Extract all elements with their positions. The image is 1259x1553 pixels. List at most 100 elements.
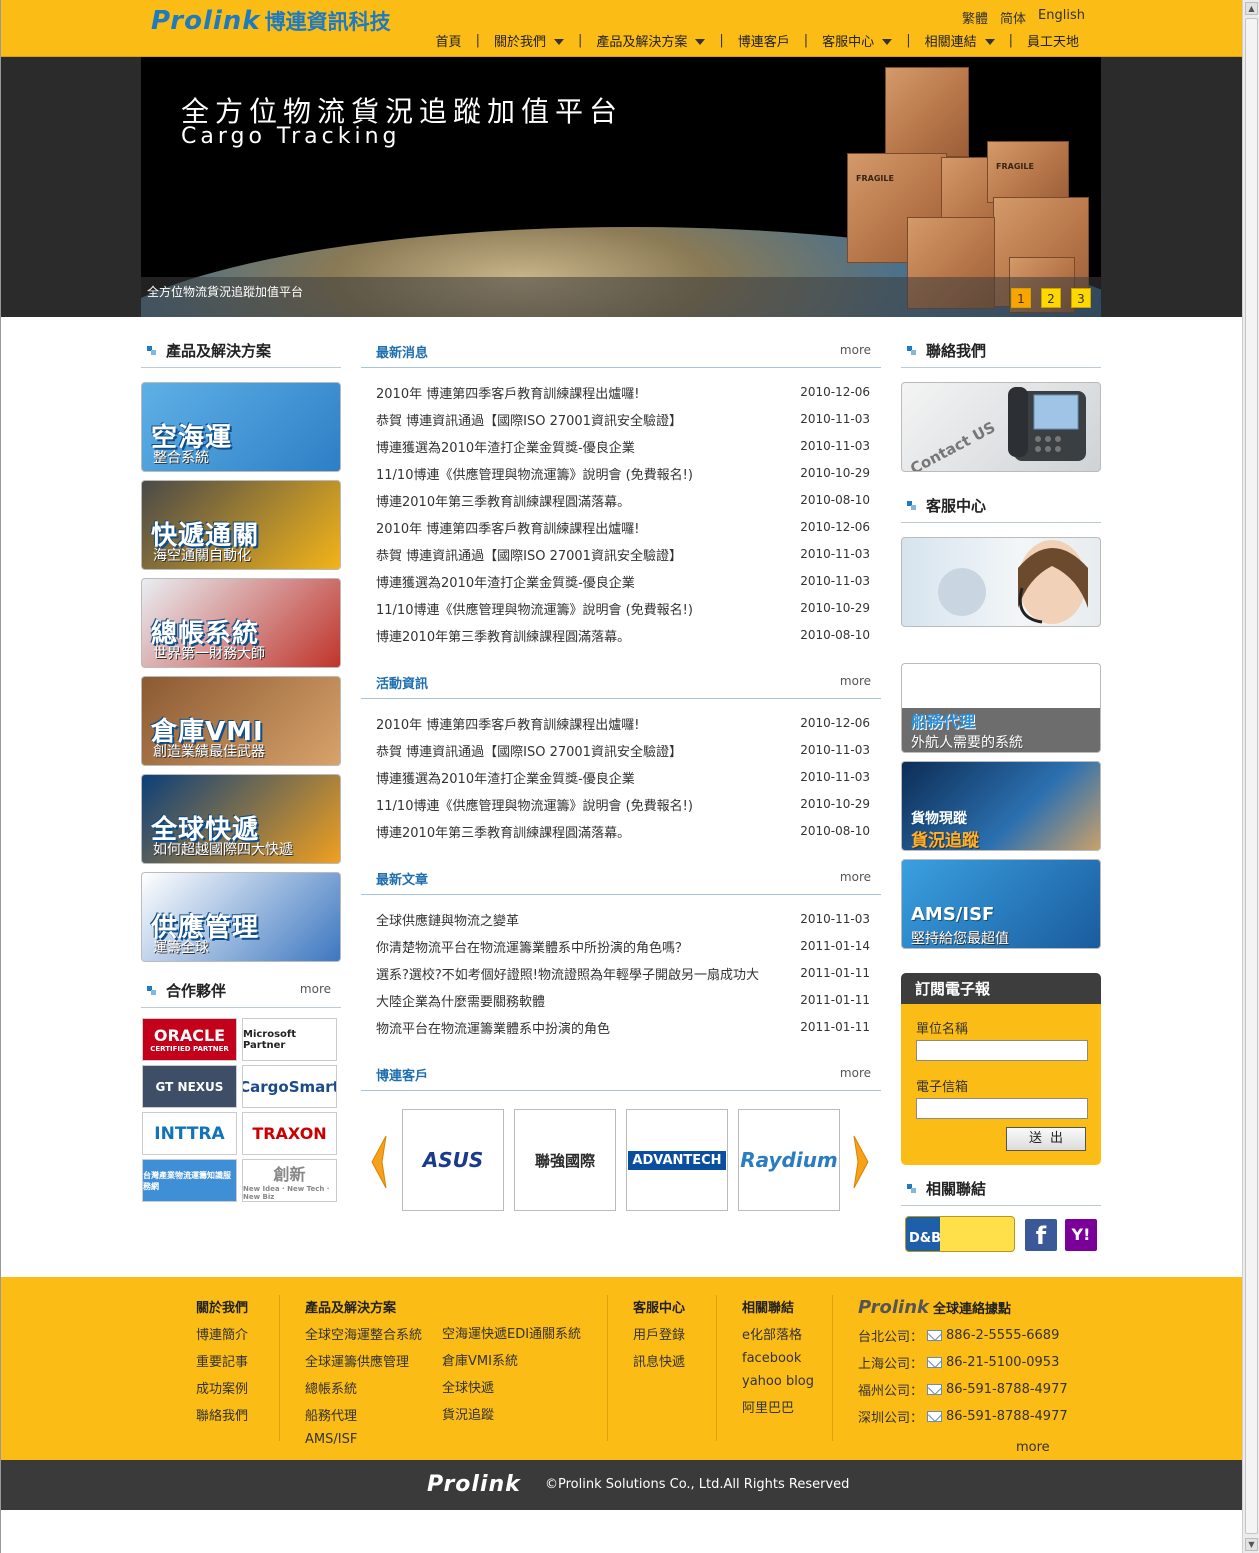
- news-title[interactable]: 2010年 博連第四季客戶教育訓練課程出爐囉!: [376, 518, 639, 537]
- dnb-link[interactable]: D&B: [905, 1216, 1015, 1252]
- nav-item[interactable]: 首頁: [428, 31, 470, 50]
- nav-item[interactable]: 員工天地: [1019, 31, 1087, 50]
- nav-item[interactable]: 產品及解決方案: [588, 31, 713, 50]
- lang-simplified[interactable]: 简体: [1000, 8, 1026, 27]
- feature-tile[interactable]: AMS/ISF 堅持給您最超值: [901, 859, 1101, 949]
- news-row[interactable]: 博連獲選為2010年渣打企業金質獎-優良企業 2010-11-03: [362, 567, 880, 594]
- product-tile[interactable]: 供應管理 運籌全球: [141, 872, 341, 962]
- partner-logo[interactable]: CargoSmart: [242, 1065, 337, 1108]
- news-title[interactable]: 你清楚物流平台在物流運籌業體系中所扮演的角色嗎？: [376, 937, 688, 956]
- news-title[interactable]: 博連2010年第三季教育訓練課程圓滿落幕。: [376, 491, 630, 510]
- scroll-up-arrow-icon[interactable]: ▲: [1245, 2, 1258, 15]
- latest-news-more-link[interactable]: more: [840, 343, 871, 357]
- partners-more-link[interactable]: more: [300, 982, 331, 996]
- news-row[interactable]: 博連2010年第三季教育訓練課程圓滿落幕。 2010-08-10: [362, 486, 880, 513]
- news-title[interactable]: 大陸企業為什麼需要關務軟體: [376, 991, 545, 1010]
- banner-page-dot[interactable]: 3: [1071, 288, 1091, 308]
- news-row[interactable]: 你清楚物流平台在物流運籌業體系中所扮演的角色嗎？ 2011-01-14: [362, 932, 880, 959]
- lang-traditional[interactable]: 繁體: [962, 8, 988, 27]
- client-logo[interactable]: ADVANTECH: [626, 1109, 728, 1211]
- client-logo[interactable]: Raydium: [738, 1109, 840, 1211]
- carousel-prev-arrow-icon[interactable]: [370, 1134, 388, 1190]
- news-row[interactable]: 全球供應鏈與物流之變革 2010-11-03: [362, 905, 880, 932]
- news-title[interactable]: 2010年 博連第四季客戶教育訓練課程出爐囉!: [376, 383, 639, 402]
- nav-item[interactable]: 相關連結: [917, 31, 1003, 50]
- feature-tile[interactable]: 船務代理 外航人需要的系統: [901, 663, 1101, 753]
- footer-link[interactable]: 倉庫VMI系統: [442, 1350, 581, 1369]
- footer-link[interactable]: 船務代理: [305, 1405, 422, 1424]
- news-row[interactable]: 博連獲選為2010年渣打企業金質獎-優良企業 2010-11-03: [362, 432, 880, 459]
- articles-more-link[interactable]: more: [840, 870, 871, 884]
- clients-more-link[interactable]: more: [840, 1066, 871, 1080]
- hero-banner[interactable]: 全方位物流貨況追蹤加值平台 Cargo Tracking FRAGILE FRA…: [141, 57, 1101, 317]
- news-row[interactable]: 恭賀 博連資訊通過【國際ISO 27001資訊安全驗證】 2010-11-03: [362, 736, 880, 763]
- partner-logo[interactable]: ORACLE CERTIFIED PARTNER: [142, 1018, 237, 1061]
- footer-link[interactable]: 全球空海運整合系統: [305, 1324, 422, 1343]
- events-more-link[interactable]: more: [840, 674, 871, 688]
- footer-link[interactable]: 全球運籌供應管理: [305, 1351, 422, 1370]
- news-row[interactable]: 2010年 博連第四季客戶教育訓練課程出爐囉! 2010-12-06: [362, 513, 880, 540]
- news-row[interactable]: 大陸企業為什麼需要關務軟體 2011-01-11: [362, 986, 880, 1013]
- news-title[interactable]: 博連獲選為2010年渣打企業金質獎-優良企業: [376, 768, 635, 787]
- product-tile[interactable]: 全球快遞 如何超越國際四大快遞: [141, 774, 341, 864]
- news-title[interactable]: 恭賀 博連資訊通過【國際ISO 27001資訊安全驗證】: [376, 545, 682, 564]
- news-row[interactable]: 2010年 博連第四季客戶教育訓練課程出爐囉! 2010-12-06: [362, 378, 880, 405]
- email-input[interactable]: [916, 1098, 1088, 1119]
- news-row[interactable]: 11/10博連《供應管理與物流運籌》說明會 (免費報名!) 2010-10-29: [362, 790, 880, 817]
- news-title[interactable]: 博連獲選為2010年渣打企業金質獎-優良企業: [376, 572, 635, 591]
- unit-name-input[interactable]: [916, 1040, 1088, 1061]
- news-title[interactable]: 博連2010年第三季教育訓練課程圓滿落幕。: [376, 626, 630, 645]
- news-title[interactable]: 2010年 博連第四季客戶教育訓練課程出爐囉!: [376, 714, 639, 733]
- scroll-down-arrow-icon[interactable]: ▼: [1245, 1538, 1258, 1551]
- contact-us-banner[interactable]: Contact US: [901, 382, 1101, 472]
- partner-logo[interactable]: TRAXON: [242, 1112, 337, 1155]
- news-title[interactable]: 全球供應鏈與物流之變革: [376, 910, 519, 929]
- footer-link[interactable]: 全球快遞: [442, 1377, 581, 1396]
- nav-item[interactable]: 客服中心: [814, 31, 900, 50]
- partner-logo[interactable]: 創新 New Idea · New Tech · New Biz: [242, 1159, 337, 1202]
- news-row[interactable]: 2010年 博連第四季客戶教育訓練課程出爐囉! 2010-12-06: [362, 709, 880, 736]
- vertical-scrollbar[interactable]: ▲ ▼: [1242, 0, 1259, 1553]
- footer-link[interactable]: 空海運快遞EDI通關系統: [442, 1323, 581, 1342]
- footer-link[interactable]: facebook: [742, 1351, 814, 1366]
- product-tile[interactable]: 總帳系統 世界第一財務大師: [141, 578, 341, 668]
- banner-page-dot[interactable]: 1: [1011, 288, 1031, 308]
- news-row[interactable]: 博連2010年第三季教育訓練課程圓滿落幕。 2010-08-10: [362, 621, 880, 648]
- footer-link[interactable]: 訊息快遞: [633, 1351, 685, 1370]
- facebook-icon[interactable]: f: [1025, 1219, 1057, 1251]
- footer-link[interactable]: 用戶登錄: [633, 1324, 685, 1343]
- footer-link[interactable]: AMS/ISF: [305, 1432, 422, 1447]
- customer-service-banner[interactable]: [901, 537, 1101, 627]
- news-title[interactable]: 恭賀 博連資訊通過【國際ISO 27001資訊安全驗證】: [376, 741, 682, 760]
- carousel-next-arrow-icon[interactable]: [852, 1134, 870, 1190]
- footer-contact-more-link[interactable]: more: [1016, 1440, 1050, 1455]
- footer-link[interactable]: 阿里巴巴: [742, 1397, 814, 1416]
- news-row[interactable]: 選系?選校?不如考個好證照!物流證照為年輕學子開啟另一扇成功大 2011-01-1…: [362, 959, 880, 986]
- footer-link[interactable]: 成功案例: [196, 1378, 248, 1397]
- feature-tile[interactable]: 貨物現蹤 貨況追蹤: [901, 761, 1101, 851]
- news-row[interactable]: 博連2010年第三季教育訓練課程圓滿落幕。 2010-08-10: [362, 817, 880, 844]
- news-row[interactable]: 11/10博連《供應管理與物流運籌》說明會 (免費報名!) 2010-10-29: [362, 594, 880, 621]
- partner-logo[interactable]: INTTRA: [142, 1112, 237, 1155]
- news-row[interactable]: 恭賀 博連資訊通過【國際ISO 27001資訊安全驗證】 2010-11-03: [362, 540, 880, 567]
- news-title[interactable]: 博連獲選為2010年渣打企業金質獎-優良企業: [376, 437, 635, 456]
- footer-link[interactable]: 重要記事: [196, 1351, 248, 1370]
- nav-item[interactable]: 關於我們: [486, 31, 572, 50]
- scroll-thumb[interactable]: [1245, 18, 1258, 1534]
- footer-link[interactable]: 總帳系統: [305, 1378, 422, 1397]
- client-logo[interactable]: 聯強國際: [514, 1109, 616, 1211]
- news-title[interactable]: 選系?選校?不如考個好證照!物流證照為年輕學子開啟另一扇成功大: [376, 964, 759, 983]
- product-tile[interactable]: 快遞通關 海空通關自動化: [141, 480, 341, 570]
- partner-logo[interactable]: GT NEXUS: [142, 1065, 237, 1108]
- submit-button[interactable]: 送出: [1006, 1127, 1086, 1151]
- news-title[interactable]: 恭賀 博連資訊通過【國際ISO 27001資訊安全驗證】: [376, 410, 682, 429]
- client-logo[interactable]: ASUS: [402, 1109, 504, 1211]
- footer-link[interactable]: 博連簡介: [196, 1324, 248, 1343]
- banner-page-dot[interactable]: 2: [1041, 288, 1061, 308]
- footer-link[interactable]: e化部落格: [742, 1324, 814, 1343]
- news-title[interactable]: 11/10博連《供應管理與物流運籌》說明會 (免費報名!): [376, 599, 693, 618]
- news-row[interactable]: 11/10博連《供應管理與物流運籌》說明會 (免費報名!) 2010-10-29: [362, 459, 880, 486]
- product-tile[interactable]: 倉庫VMI 創造業績最佳武器: [141, 676, 341, 766]
- partner-logo[interactable]: 台灣產業物流運籌知識服務網: [142, 1159, 237, 1202]
- footer-link[interactable]: 貨況追蹤: [442, 1404, 581, 1423]
